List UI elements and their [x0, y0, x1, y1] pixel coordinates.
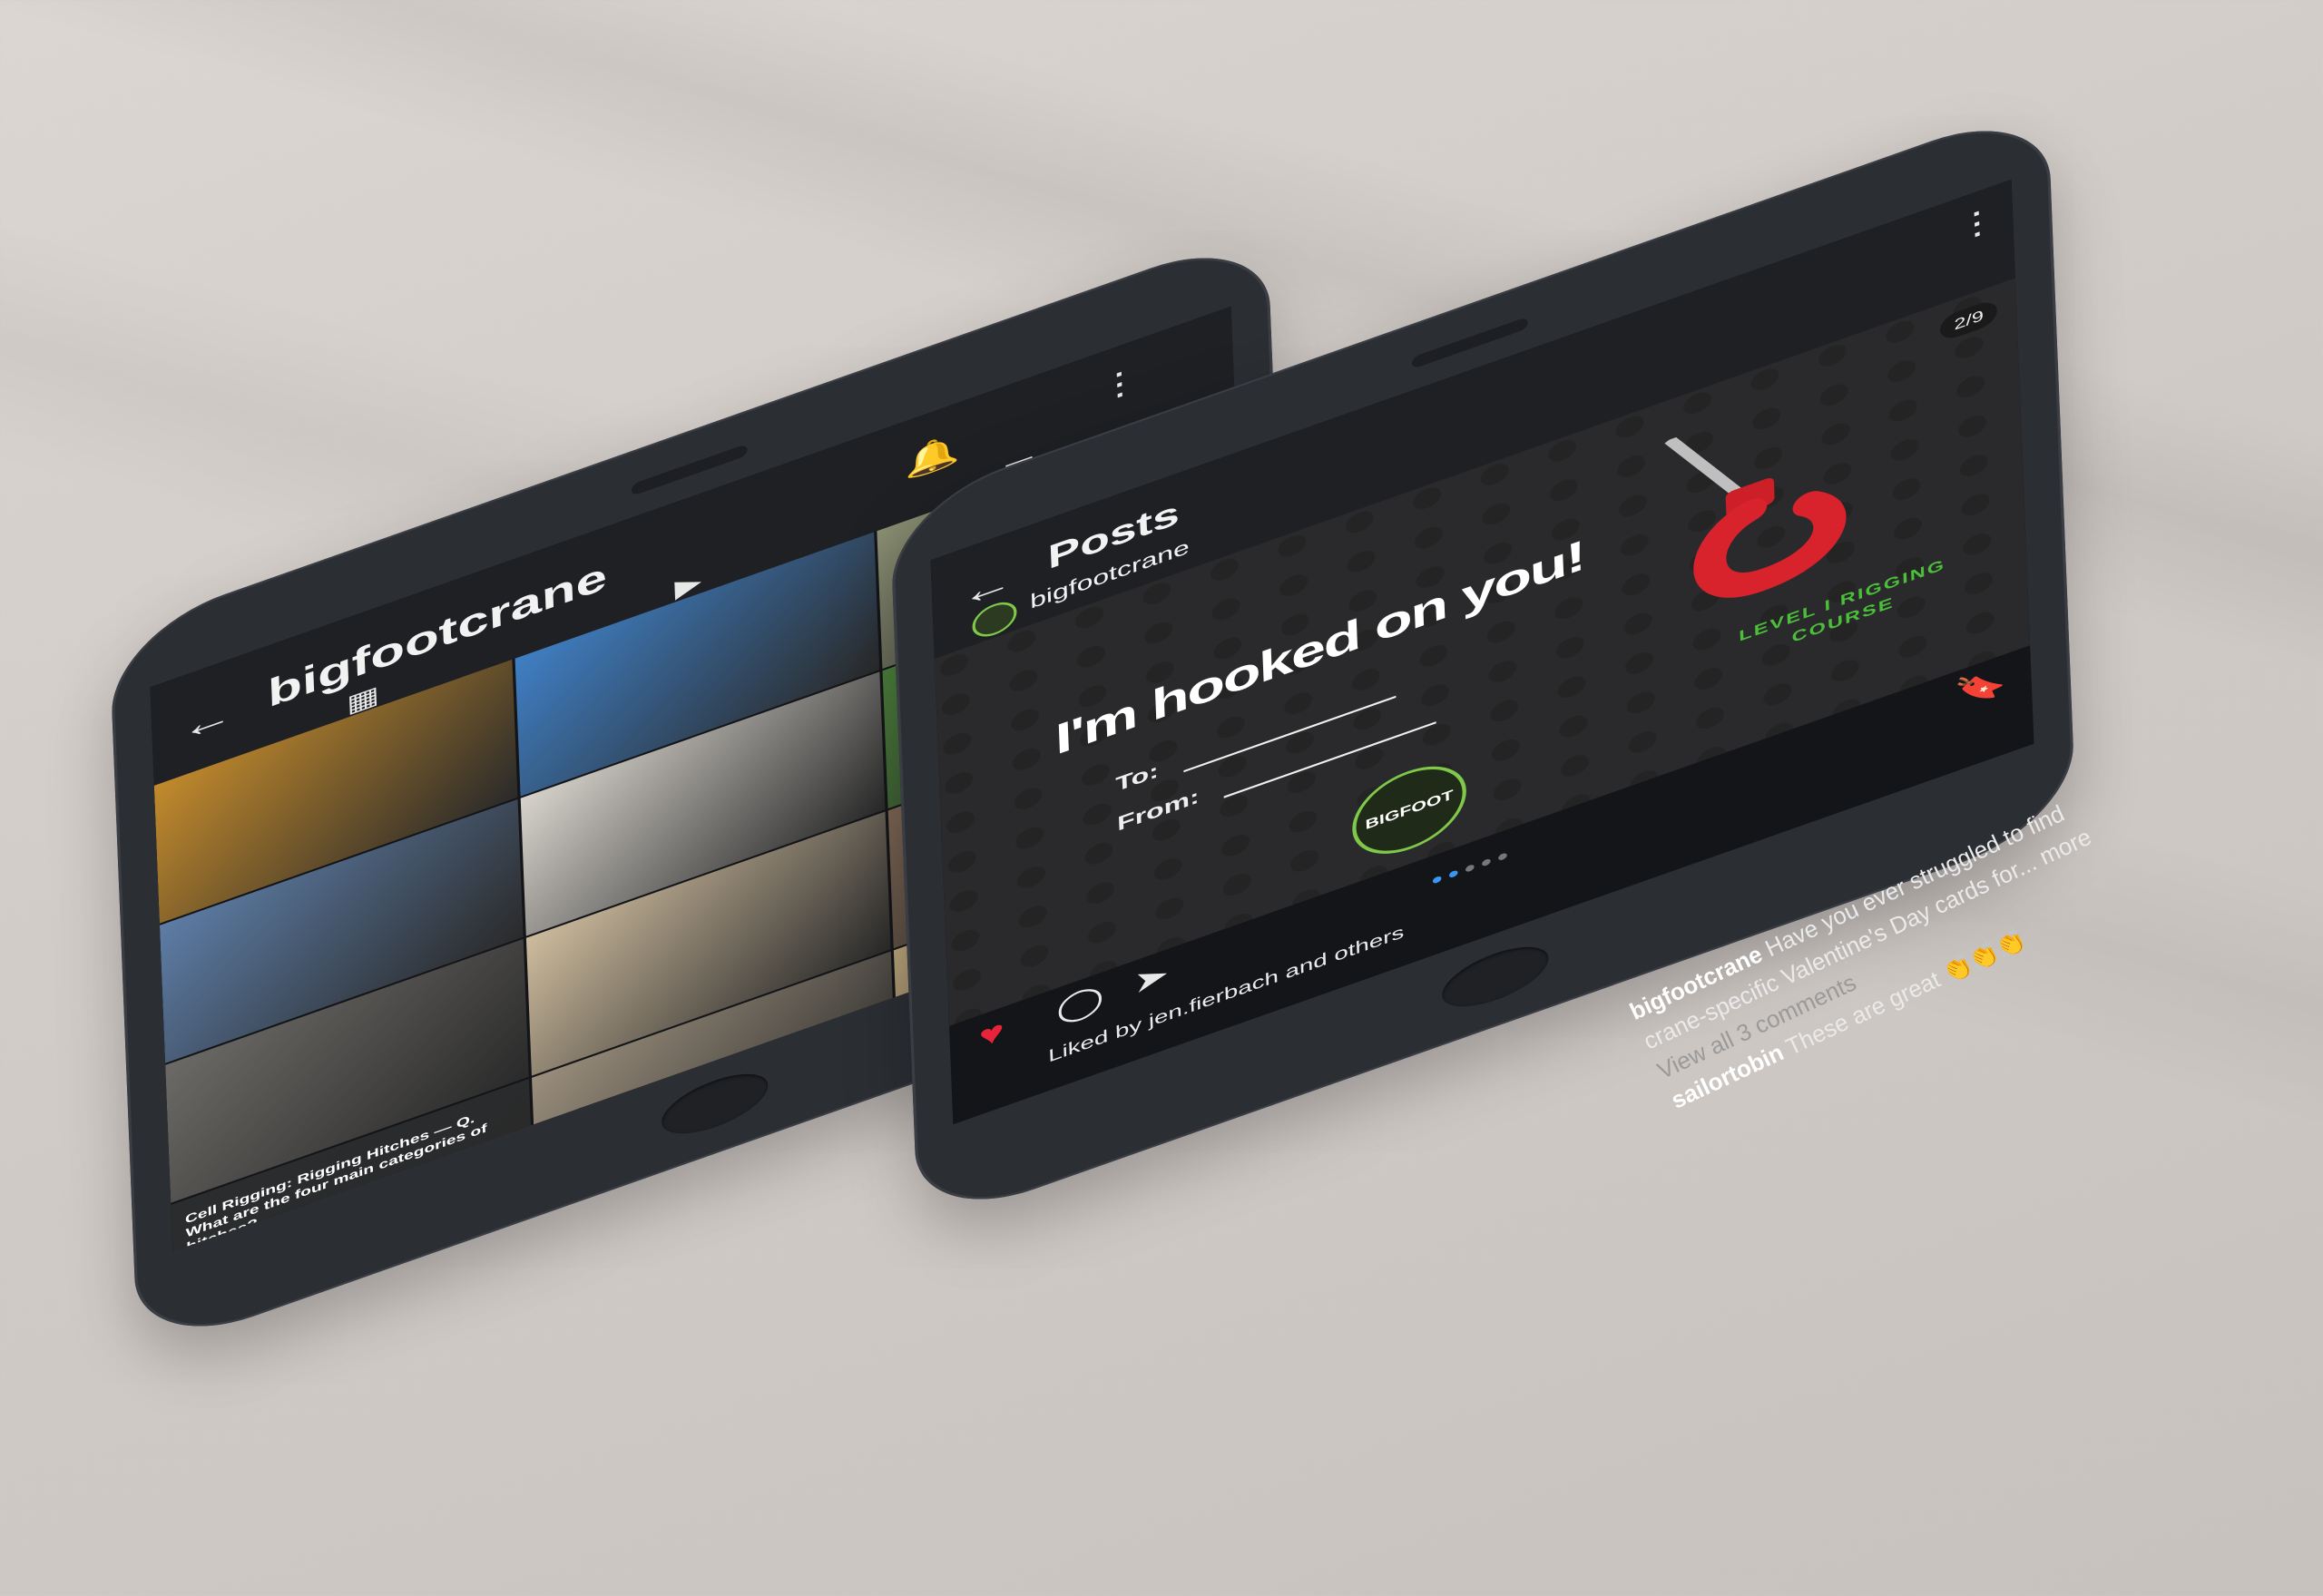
home-button[interactable]	[661, 1062, 769, 1146]
heart-icon[interactable]: ♥	[978, 1013, 1005, 1055]
comment-icon[interactable]: ◯	[1055, 978, 1104, 1028]
carousel-dots	[1432, 852, 1507, 885]
more-icon[interactable]: ⋮	[1097, 358, 1142, 409]
home-button[interactable]	[1441, 935, 1550, 1019]
share-icon[interactable]: ➤	[1132, 955, 1170, 1002]
back-arrow-icon[interactable]: ←	[181, 691, 234, 750]
more-icon[interactable]: ⋮	[1954, 197, 1999, 248]
bell-icon[interactable]: 🔔	[904, 429, 961, 485]
